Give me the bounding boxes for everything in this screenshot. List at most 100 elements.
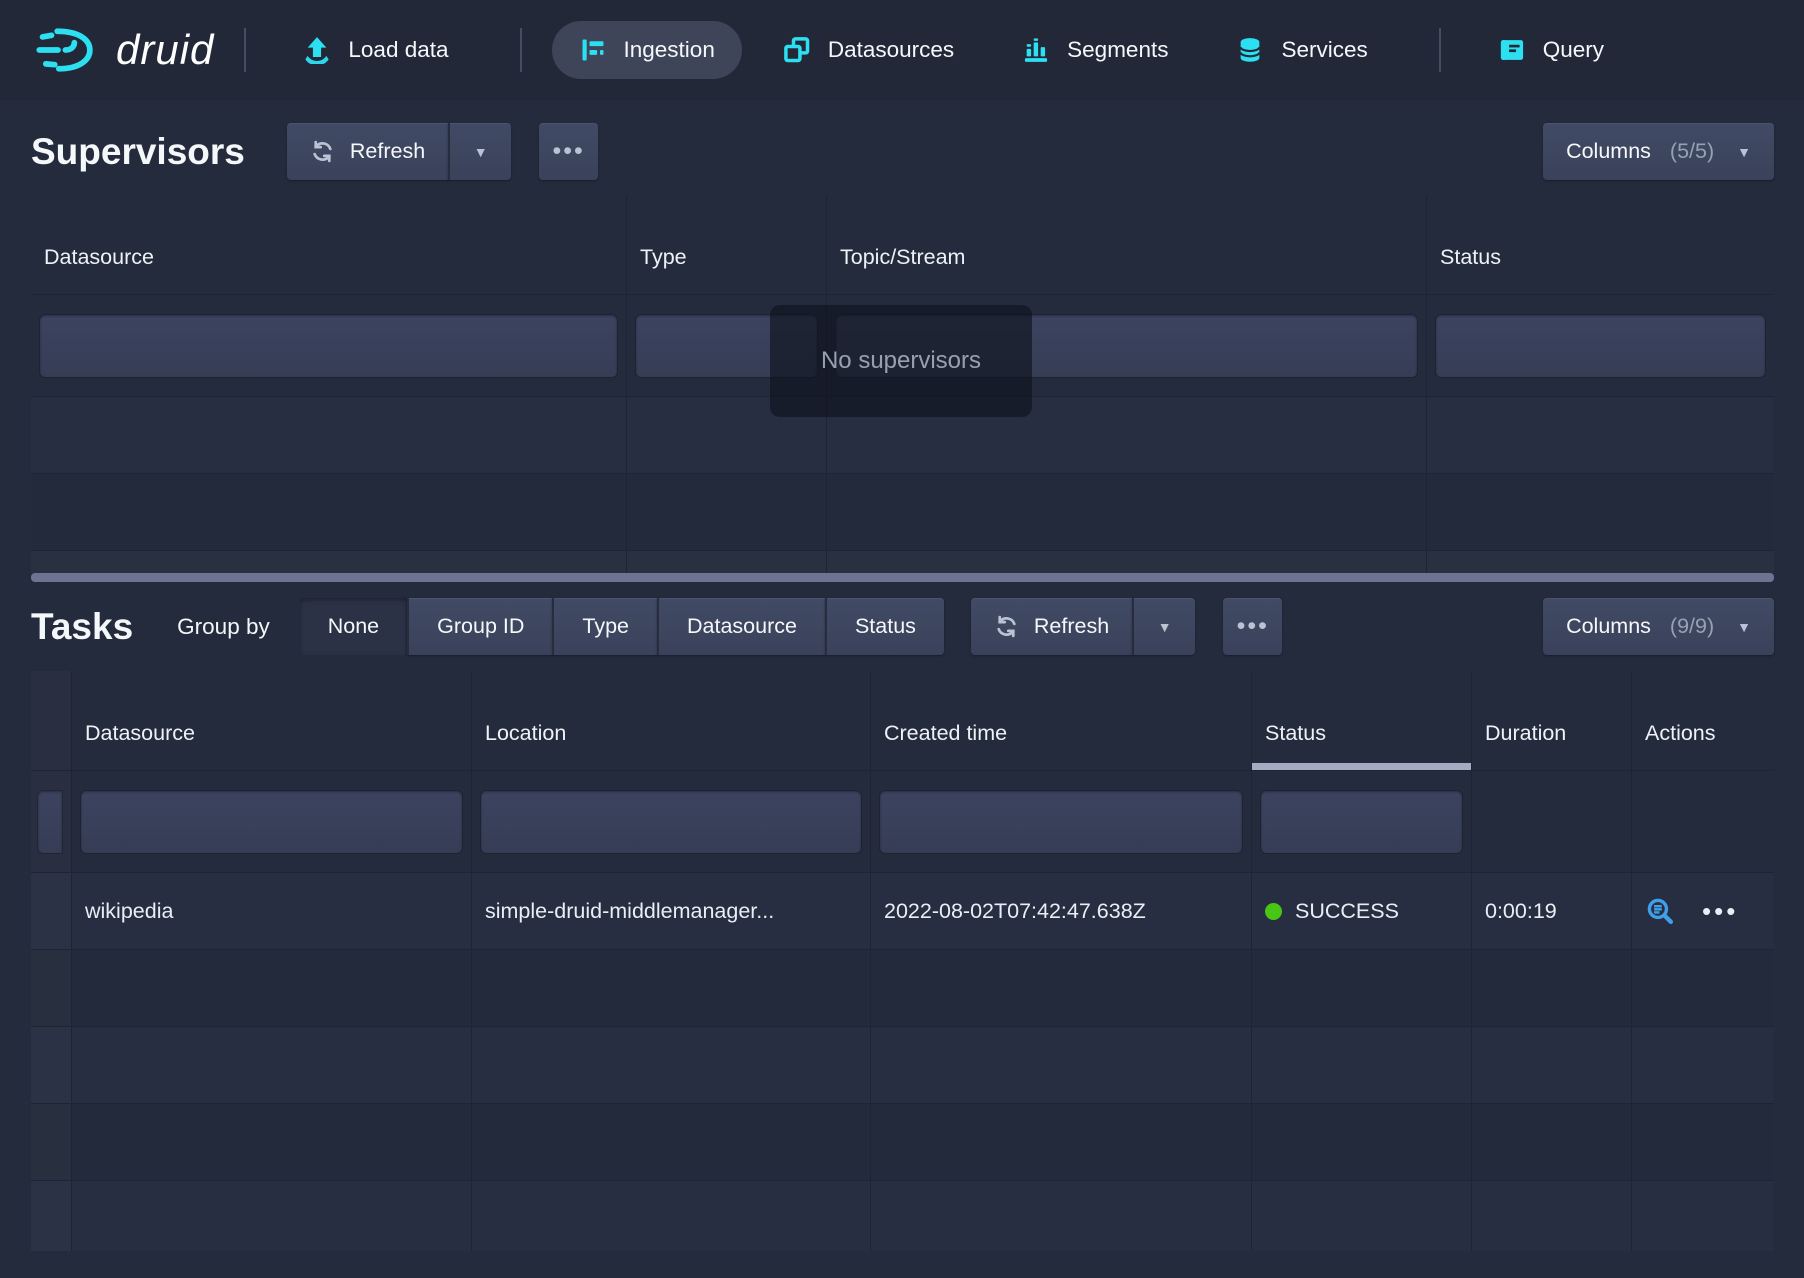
nav-item-datasources[interactable]: Datasources bbox=[756, 21, 981, 79]
nav-item-label: Ingestion bbox=[624, 37, 715, 63]
load-data-icon bbox=[303, 36, 331, 64]
task-status: SUCCESS bbox=[1252, 873, 1472, 949]
nav-item-ingestion[interactable]: Ingestion bbox=[552, 21, 742, 79]
tasks-table: Datasource Location Created time Status … bbox=[31, 671, 1774, 1251]
sort-indicator bbox=[1252, 763, 1471, 770]
columns-label: Columns bbox=[1566, 139, 1651, 164]
column-header-datasource[interactable]: Datasource bbox=[72, 671, 472, 770]
datasource-filter-input[interactable] bbox=[40, 315, 617, 377]
more-icon: ••• bbox=[553, 139, 585, 164]
status-filter-input[interactable] bbox=[1436, 315, 1765, 377]
columns-count: (5/5) bbox=[1670, 139, 1714, 164]
status-filter-input[interactable] bbox=[1261, 791, 1462, 853]
column-header-datasource[interactable]: Datasource bbox=[31, 195, 627, 294]
group-by-group-id[interactable]: Group ID bbox=[407, 598, 552, 655]
task-datasource: wikipedia bbox=[72, 873, 472, 949]
columns-label: Columns bbox=[1566, 614, 1651, 639]
refresh-icon bbox=[310, 139, 335, 164]
supervisors-header: Supervisors Refresh ▼ ••• C bbox=[31, 100, 1774, 195]
narrow-filter-input[interactable] bbox=[38, 791, 62, 853]
tasks-refresh-menu-button[interactable]: ▼ bbox=[1132, 598, 1195, 655]
refresh-icon bbox=[994, 614, 1019, 639]
nav-item-label: Load data bbox=[348, 37, 448, 63]
datasources-icon bbox=[783, 36, 811, 64]
ingestion-icon bbox=[579, 36, 607, 64]
task-location: simple-druid-middlemanager... bbox=[472, 873, 871, 949]
empty-table-row bbox=[31, 950, 1774, 1027]
created-time-filter-input[interactable] bbox=[880, 791, 1242, 853]
nav-item-services[interactable]: Services bbox=[1209, 21, 1394, 79]
task-actions: ••• bbox=[1632, 873, 1774, 949]
group-by-datasource[interactable]: Datasource bbox=[657, 598, 825, 655]
tasks-filter-row bbox=[31, 771, 1774, 873]
column-header-created-time[interactable]: Created time bbox=[871, 671, 1252, 770]
group-by-type[interactable]: Type bbox=[552, 598, 657, 655]
supervisors-refresh-menu-button[interactable]: ▼ bbox=[448, 123, 511, 180]
supervisors-table-header: Datasource Type Topic/Stream Status bbox=[31, 195, 1774, 295]
tasks-table-header: Datasource Location Created time Status … bbox=[31, 671, 1774, 771]
nav-item-load-data[interactable]: Load data bbox=[276, 21, 475, 79]
brand-wordmark: druid bbox=[116, 26, 214, 74]
chevron-down-icon: ▼ bbox=[1158, 619, 1172, 635]
supervisors-more-button[interactable]: ••• bbox=[539, 123, 598, 180]
supervisors-table: Datasource Type Topic/Stream Status No s… bbox=[31, 195, 1774, 582]
query-icon bbox=[1498, 36, 1526, 64]
tasks-title: Tasks bbox=[31, 606, 133, 648]
group-by-segmented-control: None Group ID Type Datasource Status bbox=[300, 598, 944, 655]
tasks-refresh-button[interactable]: Refresh bbox=[971, 598, 1132, 655]
more-icon: ••• bbox=[1237, 614, 1269, 639]
supervisors-columns-button[interactable]: Columns (5/5) ▼ bbox=[1543, 123, 1774, 180]
segments-icon bbox=[1022, 36, 1050, 64]
empty-table-row bbox=[31, 1181, 1774, 1251]
top-navbar: druid Load data Ingestion bbox=[0, 0, 1804, 100]
refresh-label: Refresh bbox=[1034, 614, 1109, 639]
task-created-time: 2022-08-02T07:42:47.638Z bbox=[871, 873, 1252, 949]
column-header-status[interactable]: Status bbox=[1252, 671, 1472, 770]
nav-item-label: Datasources bbox=[828, 37, 954, 63]
chevron-down-icon: ▼ bbox=[474, 144, 488, 160]
tasks-more-button[interactable]: ••• bbox=[1223, 598, 1282, 655]
column-header-location[interactable]: Location bbox=[472, 671, 871, 770]
supervisors-refresh-button[interactable]: Refresh bbox=[287, 123, 448, 180]
druid-brand[interactable]: druid bbox=[36, 25, 214, 75]
group-by-label: Group by bbox=[177, 614, 270, 640]
task-detail-magnifier-icon[interactable] bbox=[1645, 896, 1676, 927]
empty-table-row bbox=[31, 474, 1774, 551]
column-header-topic-stream[interactable]: Topic/Stream bbox=[827, 195, 1427, 294]
status-header-label: Status bbox=[1265, 721, 1326, 746]
nav-divider bbox=[520, 28, 522, 72]
task-row-wikipedia[interactable]: wikipedia simple-druid-middlemanager... … bbox=[31, 873, 1774, 950]
group-by-none[interactable]: None bbox=[300, 598, 407, 655]
tasks-header: Tasks Group by None Group ID Type Dataso… bbox=[31, 582, 1774, 671]
nav-item-segments[interactable]: Segments bbox=[995, 21, 1195, 79]
empty-table-row bbox=[31, 1027, 1774, 1104]
task-more-actions-icon[interactable]: ••• bbox=[1702, 898, 1738, 924]
chevron-down-icon: ▼ bbox=[1737, 144, 1751, 160]
success-status-dot bbox=[1265, 903, 1282, 920]
status-badge: SUCCESS bbox=[1295, 899, 1399, 924]
column-header-actions[interactable]: Actions bbox=[1632, 671, 1774, 770]
empty-table-row bbox=[31, 551, 1774, 573]
nav-divider bbox=[244, 28, 246, 72]
nav-item-label: Query bbox=[1543, 37, 1604, 63]
column-header-type[interactable]: Type bbox=[627, 195, 827, 294]
column-header-status[interactable]: Status bbox=[1427, 195, 1774, 294]
no-supervisors-message: No supervisors bbox=[770, 305, 1032, 417]
druid-logo-icon bbox=[36, 25, 98, 75]
chevron-down-icon: ▼ bbox=[1737, 619, 1751, 635]
location-filter-input[interactable] bbox=[481, 791, 861, 853]
datasource-filter-input[interactable] bbox=[81, 791, 462, 853]
empty-table-row bbox=[31, 1104, 1774, 1181]
services-icon bbox=[1236, 36, 1264, 64]
nav-item-label: Services bbox=[1281, 37, 1367, 63]
group-by-status[interactable]: Status bbox=[825, 598, 944, 655]
supervisors-title: Supervisors bbox=[31, 131, 245, 173]
column-header-blank bbox=[31, 671, 72, 770]
column-header-duration[interactable]: Duration bbox=[1472, 671, 1632, 770]
columns-count: (9/9) bbox=[1670, 614, 1714, 639]
nav-item-label: Segments bbox=[1067, 37, 1168, 63]
nav-item-query[interactable]: Query bbox=[1471, 21, 1631, 79]
horizontal-scrollbar[interactable] bbox=[31, 573, 1774, 582]
nav-divider bbox=[1439, 28, 1441, 72]
tasks-columns-button[interactable]: Columns (9/9) ▼ bbox=[1543, 598, 1774, 655]
